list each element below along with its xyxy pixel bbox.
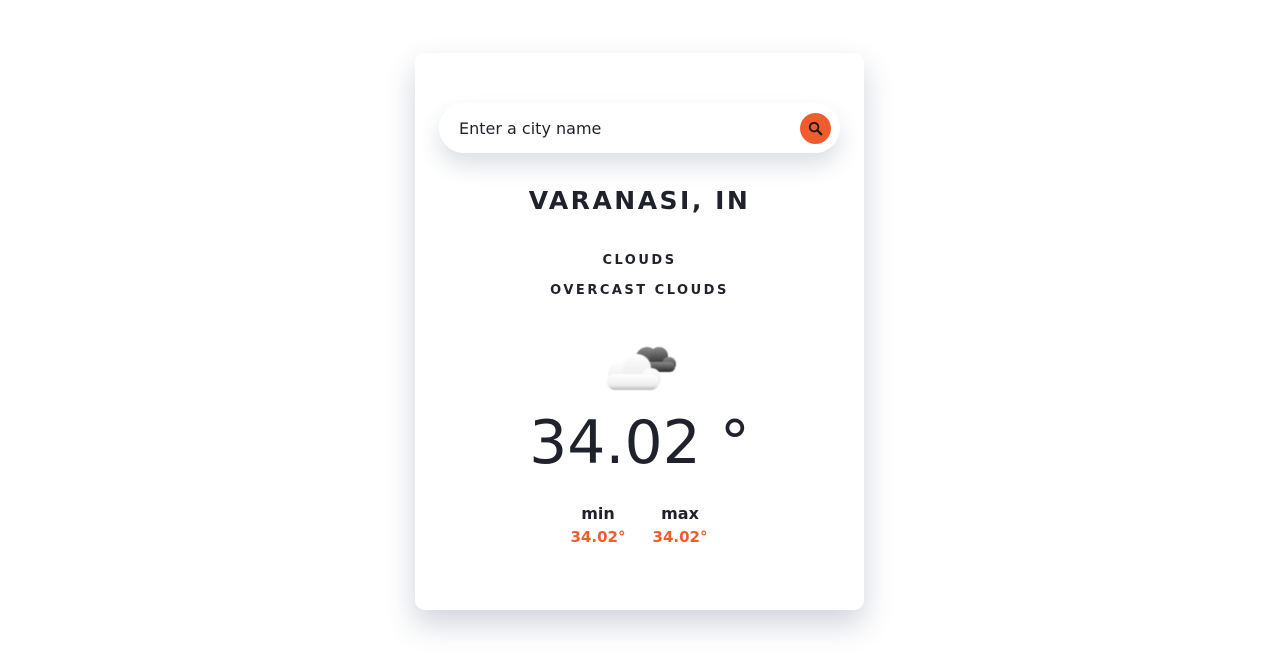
max-temp: max 34.02° bbox=[639, 503, 721, 549]
search-icon bbox=[808, 121, 823, 136]
overcast-clouds-icon bbox=[607, 347, 676, 390]
weather-description: OVERCAST CLOUDS bbox=[550, 283, 729, 298]
weather-condition: CLOUDS bbox=[602, 253, 677, 268]
page: VARANASI, IN CLOUDS OVERCAST CLOUDS bbox=[0, 0, 1280, 657]
weather-card: VARANASI, IN CLOUDS OVERCAST CLOUDS bbox=[415, 53, 864, 610]
search-button[interactable] bbox=[800, 113, 831, 144]
max-value: 34.02° bbox=[652, 528, 708, 546]
max-label: max bbox=[661, 504, 699, 523]
min-label: min bbox=[581, 504, 615, 523]
temperature: 34.02 ° bbox=[529, 408, 750, 478]
search-bar bbox=[439, 103, 840, 153]
city-search-input[interactable] bbox=[459, 103, 789, 153]
min-temp: min 34.02° bbox=[557, 503, 639, 549]
city-name: VARANASI, IN bbox=[528, 186, 751, 215]
min-value: 34.02° bbox=[570, 528, 626, 546]
